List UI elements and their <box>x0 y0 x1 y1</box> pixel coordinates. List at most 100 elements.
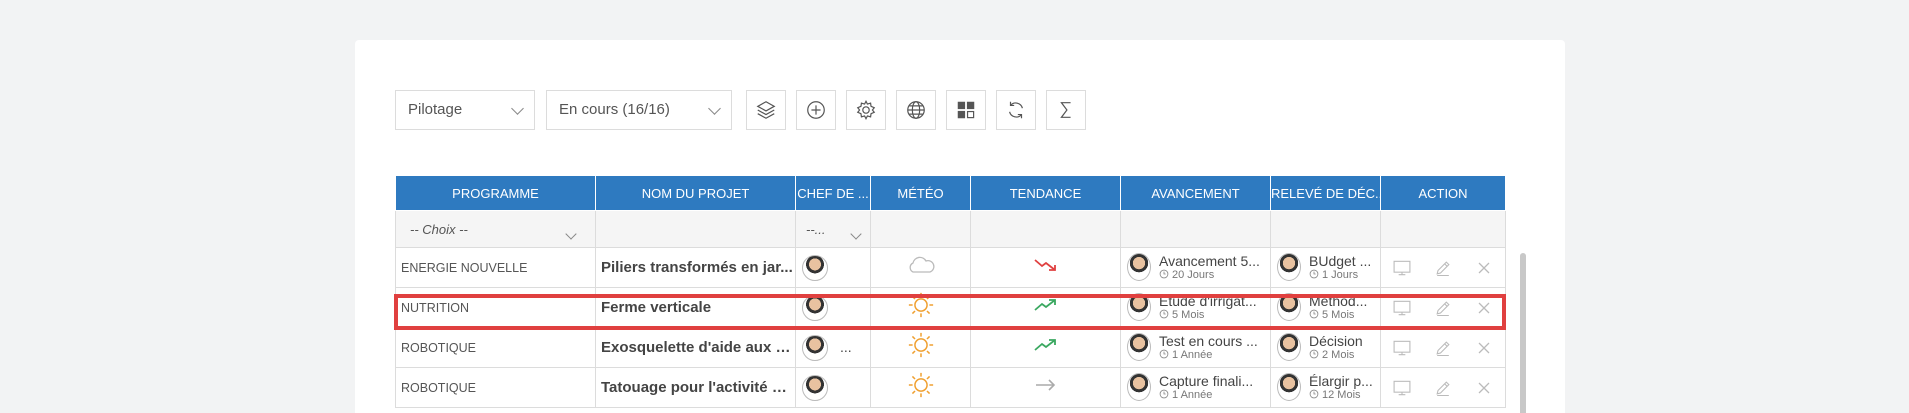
header-projet[interactable]: NOM DU PROJET <box>595 175 796 211</box>
table-scrollbar[interactable] <box>1520 253 1526 413</box>
pencil-icon <box>1436 260 1450 276</box>
avatar <box>1127 333 1151 362</box>
avancement-cell[interactable]: Avancement 5... 20 Jours <box>1120 247 1271 288</box>
chef-filter[interactable]: --... <box>795 210 871 248</box>
table-row[interactable]: ROBOTIQUE Exosquelette d'aide aux a......… <box>395 327 1506 368</box>
project-name-cell[interactable]: Piliers transformés en jar... <box>595 247 796 288</box>
avatar <box>1277 373 1301 402</box>
project-name-cell[interactable]: Ferme verticale <box>595 287 796 328</box>
programme-filter[interactable]: -- Choix -- <box>395 210 596 248</box>
chef-cell: ... <box>795 327 871 368</box>
close-icon <box>1478 302 1490 313</box>
cloud-icon <box>906 256 936 279</box>
avancement-text: Test en cours ... <box>1159 333 1258 350</box>
releve-cell[interactable]: BUdget ... 1 Jours <box>1270 247 1381 288</box>
programme-cell: ENERGIE NOUVELLE <box>395 247 596 288</box>
chef-extra-text: ... <box>840 338 852 355</box>
programme-cell: ROBOTIQUE <box>395 367 596 408</box>
programme-cell: NUTRITION <box>395 287 596 328</box>
avatar <box>1277 253 1301 282</box>
layers-button[interactable] <box>746 90 786 130</box>
avatar <box>802 294 828 321</box>
view-button[interactable] <box>1384 338 1420 358</box>
chef-cell <box>795 287 871 328</box>
programme-filter-value: -- Choix -- <box>410 221 468 237</box>
edit-button[interactable] <box>1425 338 1461 358</box>
view-button[interactable] <box>1384 378 1420 398</box>
action-cell <box>1380 327 1506 368</box>
header-avancement[interactable]: AVANCEMENT <box>1120 175 1271 211</box>
trend-flat-icon <box>1033 379 1059 397</box>
chevron-down-icon <box>565 227 577 240</box>
releve-text: BUdget ... <box>1309 253 1372 270</box>
view-button[interactable] <box>1384 298 1420 318</box>
status-select[interactable]: En cours (16/16) <box>546 90 732 130</box>
sum-icon <box>1060 102 1071 118</box>
tendance-cell <box>970 367 1121 408</box>
table-row[interactable]: ROBOTIQUE Tatouage pour l'activité ca... C… <box>395 367 1506 408</box>
releve-cell[interactable]: Décision 2 Mois <box>1270 327 1381 368</box>
delete-button[interactable] <box>1466 298 1502 318</box>
clock-icon <box>1309 309 1322 321</box>
edit-button[interactable] <box>1425 378 1461 398</box>
add-icon <box>807 101 825 119</box>
pencil-icon <box>1436 300 1450 316</box>
trend-up-icon <box>1033 339 1059 357</box>
releve-cell[interactable]: Élargir p... 12 Mois <box>1270 367 1381 408</box>
close-icon <box>1478 342 1490 353</box>
close-icon <box>1478 382 1490 393</box>
project-name-cell[interactable]: Exosquelette d'aide aux a... <box>595 327 796 368</box>
avancement-duration: 5 Mois <box>1172 309 1205 322</box>
pencil-icon <box>1436 380 1450 396</box>
avatar <box>1127 373 1151 402</box>
avatar <box>802 254 828 281</box>
header-programme[interactable]: PROGRAMME <box>395 175 596 211</box>
releve-text: Décision <box>1309 333 1363 350</box>
releve-duration: 2 Mois <box>1322 349 1355 362</box>
header-meteo[interactable]: MÉTÉO <box>870 175 971 211</box>
project-name-cell[interactable]: Tatouage pour l'activité ca... <box>595 367 796 408</box>
edit-button[interactable] <box>1425 258 1461 278</box>
monitor-icon <box>1393 340 1411 355</box>
edit-button[interactable] <box>1425 298 1461 318</box>
avancement-cell[interactable]: Etude d'irrigat... 5 Mois <box>1120 287 1271 328</box>
header-tendance[interactable]: TENDANCE <box>970 175 1121 211</box>
dashboard-button[interactable] <box>946 90 986 130</box>
sun-icon <box>907 372 935 403</box>
sum-button[interactable] <box>1046 90 1086 130</box>
table-row[interactable]: ENERGIE NOUVELLE Piliers transformés en j… <box>395 247 1506 288</box>
view-select[interactable]: Pilotage <box>395 90 535 130</box>
avancement-cell[interactable]: Test en cours ... 1 Année <box>1120 327 1271 368</box>
delete-button[interactable] <box>1466 258 1502 278</box>
meteo-cell <box>870 367 971 408</box>
filter-row: -- Choix -- --... <box>395 210 1506 248</box>
refresh-button[interactable] <box>996 90 1036 130</box>
globe-button[interactable] <box>896 90 936 130</box>
avancement-duration: 20 Jours <box>1172 269 1215 282</box>
clock-icon <box>1159 389 1172 401</box>
monitor-icon <box>1393 380 1411 395</box>
globe-icon <box>907 101 925 119</box>
tendance-cell <box>970 247 1121 288</box>
view-button[interactable] <box>1384 258 1420 278</box>
releve-cell[interactable]: Méthod... 5 Mois <box>1270 287 1381 328</box>
programme-cell: ROBOTIQUE <box>395 327 596 368</box>
pencil-icon <box>1436 340 1450 356</box>
header-releve[interactable]: RELEVÉ DE DÉC... <box>1270 175 1381 211</box>
trend-down-icon <box>1033 259 1059 277</box>
settings-button[interactable] <box>846 90 886 130</box>
action-cell <box>1380 287 1506 328</box>
header-action: ACTION <box>1380 175 1506 211</box>
delete-button[interactable] <box>1466 378 1502 398</box>
delete-button[interactable] <box>1466 338 1502 358</box>
header-chef[interactable]: CHEF DE ... <box>795 175 871 211</box>
avancement-text: Avancement 5... <box>1159 253 1260 270</box>
view-select-value: Pilotage <box>408 101 463 118</box>
table-header-row: PROGRAMME NOM DU PROJET CHEF DE ... MÉTÉ… <box>395 175 1506 211</box>
monitor-icon <box>1393 260 1411 275</box>
avatar <box>1127 253 1151 282</box>
add-button[interactable] <box>796 90 836 130</box>
avancement-cell[interactable]: Capture finali... 1 Année <box>1120 367 1271 408</box>
table-row[interactable]: NUTRITION Ferme verticale Etude d'irrigat.… <box>395 287 1506 328</box>
settings-icon <box>856 99 876 121</box>
